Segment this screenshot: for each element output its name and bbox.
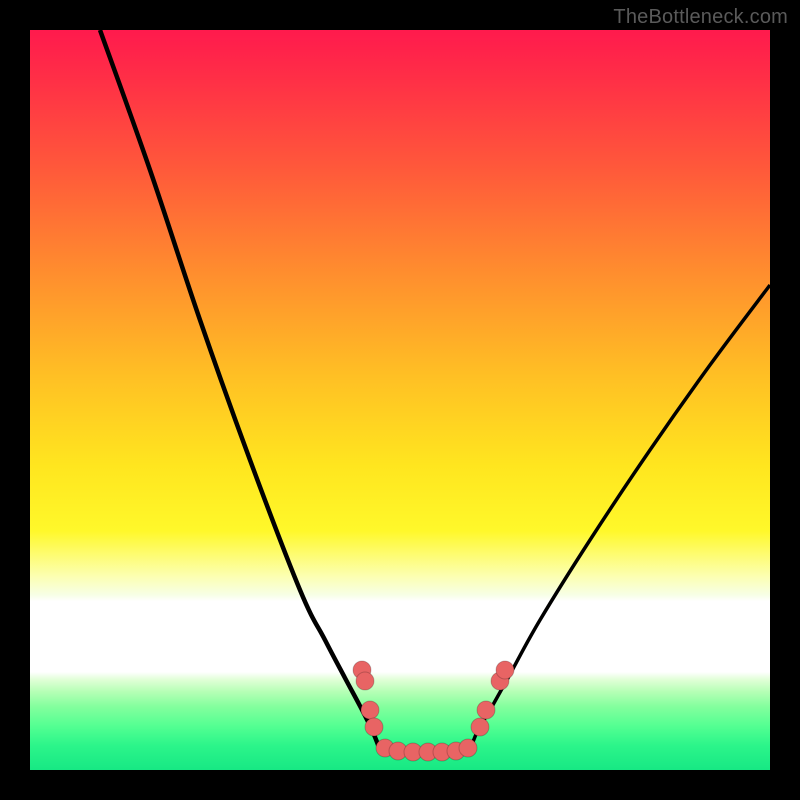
outer-frame: TheBottleneck.com: [0, 0, 800, 800]
highlight-dot: [365, 718, 383, 736]
highlight-dot: [361, 701, 379, 719]
curve-group: [100, 30, 770, 750]
highlight-dot: [459, 739, 477, 757]
right-curve: [470, 285, 770, 750]
left-curve: [100, 30, 380, 750]
highlight-dot: [496, 661, 514, 679]
highlight-dot: [471, 718, 489, 736]
plot-area: [30, 30, 770, 770]
highlight-dot: [356, 672, 374, 690]
highlight-dot: [477, 701, 495, 719]
dots-group: [353, 661, 514, 761]
curve-svg: [30, 30, 770, 770]
watermark-text: TheBottleneck.com: [613, 6, 788, 29]
